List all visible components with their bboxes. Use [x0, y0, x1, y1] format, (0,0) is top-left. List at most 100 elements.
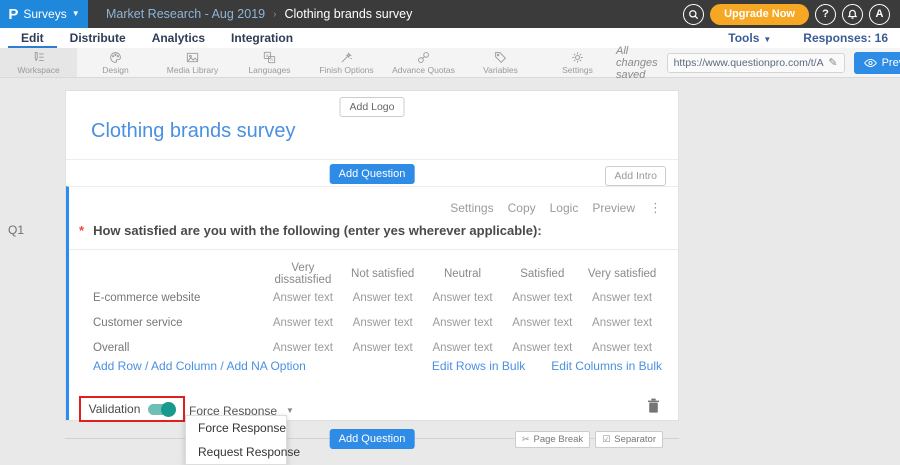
menu-option-request-response[interactable]: Request Response — [186, 440, 286, 464]
chevron-down-icon: ▼ — [286, 407, 294, 415]
design-icon — [109, 51, 122, 64]
tools-menu[interactable]: Tools▼ — [728, 31, 771, 45]
validation-label: Validation — [89, 402, 141, 416]
matrix-row-label: E-commerce website — [93, 292, 263, 304]
tab-integration[interactable]: Integration — [218, 28, 306, 48]
toolbar-item-label: Design — [102, 65, 128, 75]
question-action-logic[interactable]: Logic — [550, 201, 579, 215]
bottom-row: Add Question ✂ Page Break ☑ Separator — [65, 429, 679, 451]
help-button[interactable]: ? — [815, 4, 836, 25]
top-app-bar: P Surveys ▼ Market Research - Aug 2019 ›… — [0, 0, 900, 28]
upgrade-now-button[interactable]: Upgrade Now — [710, 4, 809, 25]
languages-icon: aA — [263, 51, 276, 64]
matrix-answer-cell[interactable]: Answer text — [343, 342, 423, 354]
survey-title[interactable]: Clothing brands survey — [91, 120, 296, 143]
toolbar-item-advance-quotas[interactable]: Advance Quotas — [385, 48, 462, 77]
separator-button[interactable]: ☑ Separator — [595, 431, 663, 448]
toolbar-item-languages[interactable]: aALanguages — [231, 48, 308, 77]
product-name: Surveys — [23, 7, 66, 21]
tab-analytics[interactable]: Analytics — [139, 28, 218, 48]
question-id-label: Q1 — [8, 223, 24, 237]
toolbar-item-label: Advance Quotas — [392, 65, 455, 75]
account-initial: A — [876, 8, 884, 20]
kebab-menu-icon[interactable]: ⋮ — [649, 200, 662, 216]
menu-option-force-response[interactable]: Force Response — [186, 416, 286, 440]
question-action-copy[interactable]: Copy — [508, 201, 536, 215]
delete-question-button[interactable] — [647, 398, 660, 418]
toolbar-item-finish-options[interactable]: Finish Options — [308, 48, 385, 77]
add-question-button-bottom[interactable]: Add Question — [330, 429, 415, 449]
toolbar-item-design[interactable]: Design — [77, 48, 154, 77]
matrix-answer-cell[interactable]: Answer text — [343, 317, 423, 329]
survey-nav: EditDistributeAnalyticsIntegration Tools… — [0, 28, 900, 48]
search-icon — [688, 9, 699, 20]
toolbar-item-label: Languages — [248, 65, 290, 75]
matrix-answer-cell[interactable]: Answer text — [582, 342, 662, 354]
link-add-row[interactable]: Add Row — [93, 359, 142, 373]
matrix-column-header: Neutral — [423, 268, 503, 280]
validation-toggle[interactable] — [148, 404, 175, 415]
question-links-row: Add Row / Add Column / Add NA Option Edi… — [93, 359, 662, 373]
validation-highlight-box: Validation — [79, 396, 185, 422]
link-add-column[interactable]: Add Column — [151, 359, 217, 373]
add-intro-button[interactable]: Add Intro — [605, 166, 666, 186]
advance-quotas-icon — [417, 51, 430, 64]
matrix-table: Very dissatisfiedNot satisfiedNeutralSat… — [93, 263, 662, 360]
toolbar-item-label: Workspace — [17, 65, 59, 75]
matrix-answer-cell[interactable]: Answer text — [582, 292, 662, 304]
toolbar-item-media-library[interactable]: Media Library — [154, 48, 231, 77]
toolbar-item-settings[interactable]: Settings — [539, 48, 616, 77]
tab-distribute[interactable]: Distribute — [57, 28, 139, 48]
matrix-answer-cell[interactable]: Answer text — [423, 317, 503, 329]
media-library-icon — [186, 51, 199, 64]
matrix-answer-cell[interactable]: Answer text — [423, 342, 503, 354]
question-text[interactable]: *How satisfied are you with the followin… — [79, 223, 542, 238]
search-button[interactable] — [683, 4, 704, 25]
matrix-answer-cell[interactable]: Answer text — [502, 342, 582, 354]
matrix-answer-cell[interactable]: Answer text — [502, 292, 582, 304]
tab-edit[interactable]: Edit — [8, 28, 57, 48]
toolbar-item-label: Finish Options — [319, 65, 373, 75]
toolbar-items: Workspace Design Media Library aALanguages F… — [0, 48, 616, 77]
link-edit-columns-in-bulk[interactable]: Edit Columns in Bulk — [551, 359, 662, 373]
surveys-menu[interactable]: P Surveys ▼ — [0, 0, 88, 28]
variables-icon — [494, 51, 507, 64]
question-block[interactable]: Settings Copy Logic Preview ⋮ *How satisfied… — [66, 186, 678, 420]
help-icon: ? — [822, 8, 829, 20]
toolbar-item-variables[interactable]: Variables — [462, 48, 539, 77]
matrix-answer-cell[interactable]: Answer text — [423, 292, 503, 304]
finish-options-icon — [340, 51, 353, 64]
preview-button[interactable]: Preview — [854, 52, 900, 74]
responses-count[interactable]: Responses: 16 — [803, 31, 888, 45]
divider — [69, 249, 678, 250]
account-button[interactable]: A — [869, 4, 890, 25]
matrix-answer-cell[interactable]: Answer text — [343, 292, 423, 304]
add-links: Add Row / Add Column / Add NA Option — [93, 359, 306, 373]
question-action-settings[interactable]: Settings — [450, 201, 493, 215]
matrix-answer-cell[interactable]: Answer text — [502, 317, 582, 329]
checkbox-icon: ☑ — [602, 434, 610, 445]
toolbar-item-label: Media Library — [167, 65, 219, 75]
survey-url-field[interactable]: https://www.questionpro.com/t/APNrFZ ✎ — [667, 53, 845, 73]
breadcrumb: Market Research - Aug 2019 › Clothing br… — [106, 7, 412, 21]
page-break-button[interactable]: ✂ Page Break — [515, 431, 590, 448]
matrix-answer-cell[interactable]: Answer text — [263, 342, 343, 354]
add-question-button-top[interactable]: Add Question — [330, 164, 415, 184]
matrix-answer-cell[interactable]: Answer text — [263, 292, 343, 304]
matrix-answer-cell[interactable]: Answer text — [263, 317, 343, 329]
matrix-column-header: Satisfied — [502, 268, 582, 280]
survey-card: Add Logo Clothing brands survey Add Ques… — [65, 90, 679, 421]
settings-icon — [571, 51, 584, 64]
toolbar-item-workspace[interactable]: Workspace — [0, 48, 77, 77]
matrix-answer-cell[interactable]: Answer text — [582, 317, 662, 329]
breadcrumb-folder[interactable]: Market Research - Aug 2019 — [106, 7, 265, 21]
question-action-preview[interactable]: Preview — [592, 201, 635, 215]
edit-pencil-icon[interactable]: ✎ — [828, 56, 837, 69]
matrix-row-label: Overall — [93, 342, 263, 354]
link-edit-rows-in-bulk[interactable]: Edit Rows in Bulk — [432, 359, 525, 373]
breadcrumb-separator-icon: › — [273, 9, 276, 20]
link-add-na-option[interactable]: Add NA Option — [226, 359, 305, 373]
eye-icon — [864, 58, 877, 68]
add-logo-button[interactable]: Add Logo — [340, 97, 405, 117]
notifications-button[interactable] — [842, 4, 863, 25]
